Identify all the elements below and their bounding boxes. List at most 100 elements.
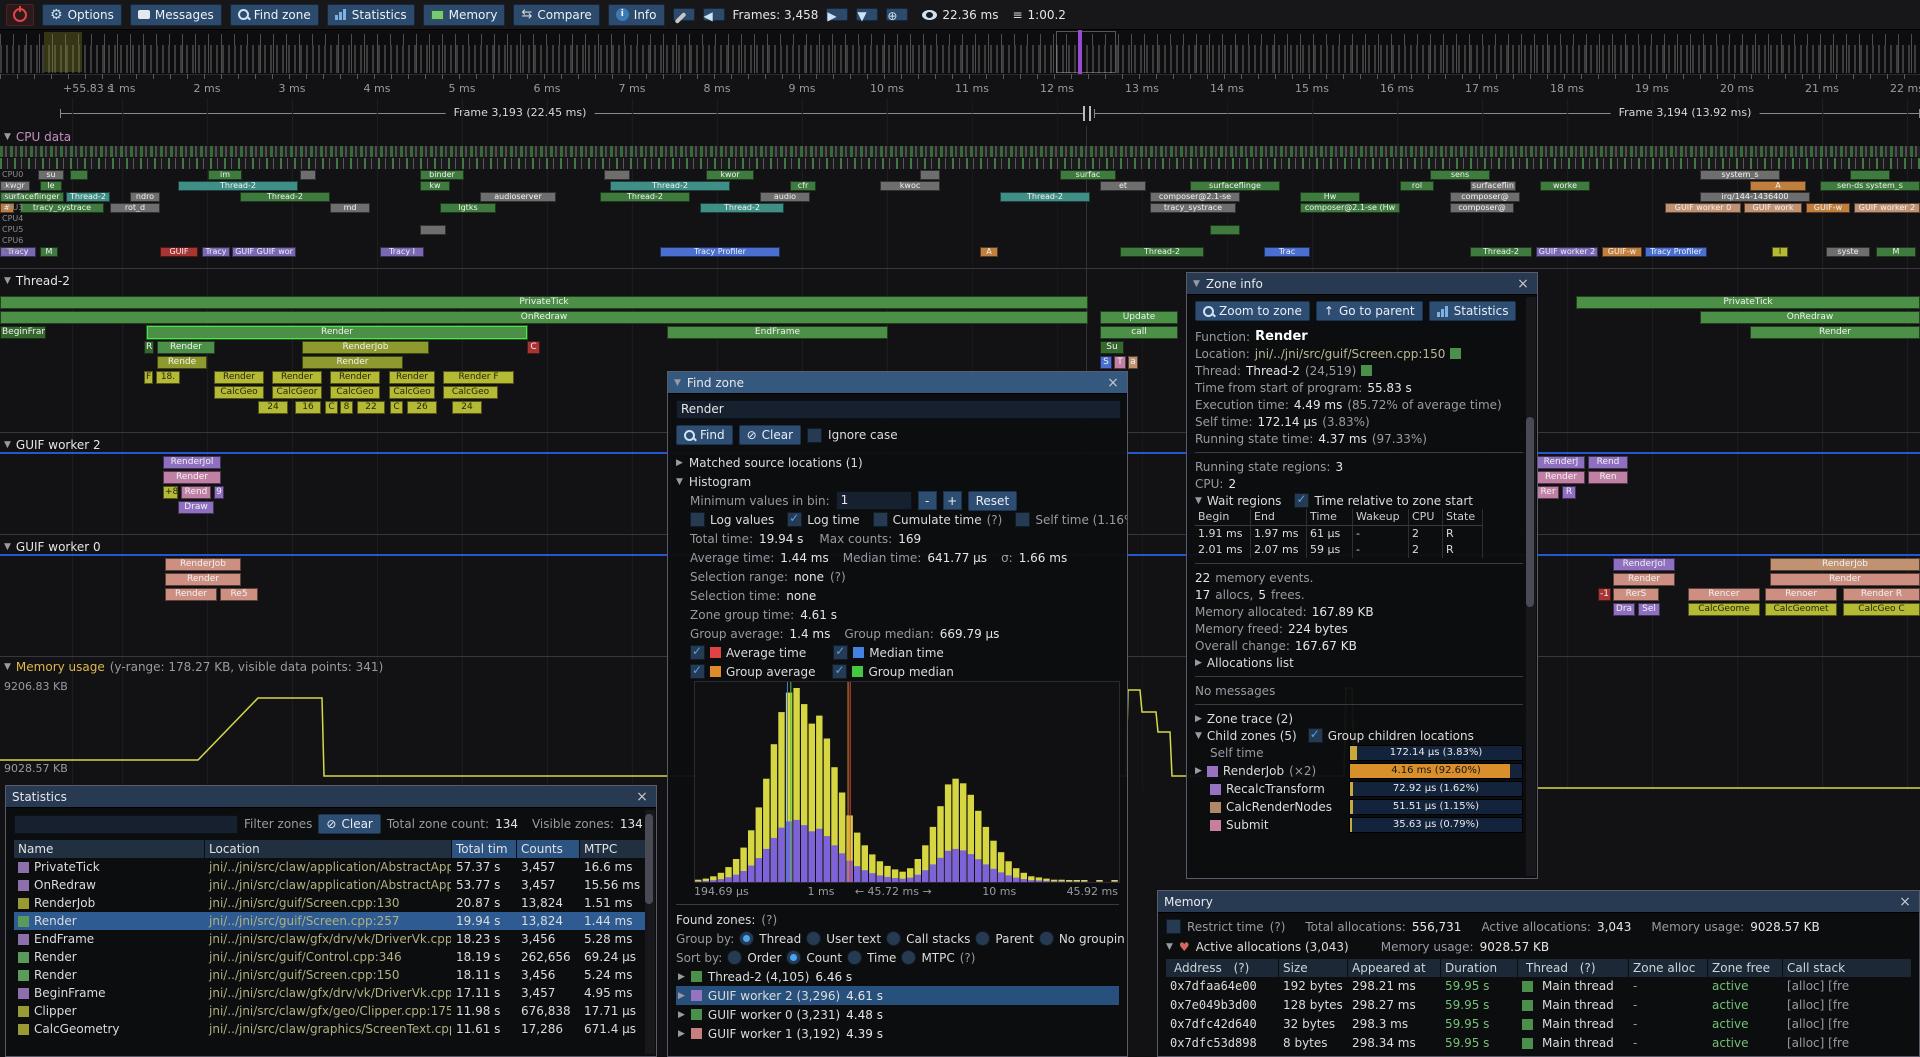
zone-bar[interactable]: worke [1540,181,1590,191]
zone-bar[interactable]: RenderJ [1537,456,1585,469]
zone-bar[interactable]: C [325,401,338,414]
zone-bar[interactable]: sens [1430,170,1490,180]
restrict-time-checkbox[interactable] [1166,919,1181,934]
self-time-checkbox[interactable] [1015,512,1030,527]
zone-bar[interactable]: OnRedraw [1700,311,1920,324]
thread2-header[interactable]: ▼ Thread-2 [4,274,70,288]
zone-bar[interactable]: tracy_systrace [20,203,104,213]
child-zones-section[interactable]: Child zones (5) [1207,729,1297,743]
zone-trace-section[interactable]: Zone trace (2) [1207,712,1293,726]
found-zone-group[interactable]: ▶Thread-2 (4,105)6.46 s [676,967,1119,986]
help-icon[interactable]: (?) [1270,920,1286,934]
zone-bar[interactable]: Render [1613,573,1675,586]
zone-bar[interactable]: 24 [452,401,482,414]
zone-bar[interactable]: Render R [1843,588,1920,601]
expand-icon[interactable]: ▶ [1195,714,1202,724]
expand-icon[interactable]: ▶ [1195,658,1202,668]
zone-bar[interactable]: CalcGeome [1688,603,1760,616]
zone-bar[interactable]: Thread-2 [66,192,110,202]
zone-bar[interactable]: RenderJob [165,558,241,571]
zone-bar[interactable]: GUIF work [1744,203,1802,213]
zone-bar[interactable]: Tracy I [380,247,424,257]
sort-mtpc-radio[interactable] [901,950,916,965]
zone-bar[interactable]: Su [1100,341,1124,354]
zone-bar[interactable]: RenderJob [302,341,429,354]
zone-bar[interactable]: Rend [1588,456,1628,469]
found-zone-group[interactable]: ▶GUIF worker 1 (3,192)4.39 s [676,1024,1119,1043]
col-zone-alloc[interactable]: Zone alloc [1629,959,1707,977]
statistics-button[interactable]: Statistics [327,4,415,26]
zone-bar[interactable]: RerS [1613,588,1659,601]
group-call-stacks-radio[interactable] [886,931,901,946]
zone-bar[interactable]: Thread-2 [240,192,330,202]
min-bin-input[interactable]: 1 [836,491,912,510]
collapse-icon[interactable]: ▼ [4,276,11,286]
child-zone-row[interactable]: Self time 172.14 μs (3.83%) [1195,744,1523,762]
zone-bar[interactable]: Render [1750,326,1920,339]
alloc-address[interactable]: 0x7dfaa64e00 [1166,977,1278,996]
zone-bar[interactable]: PrivateTick [1576,296,1920,309]
zone-bar[interactable]: Render [157,341,215,354]
statistics-titlebar[interactable]: Statistics × [6,786,656,808]
zone-bar[interactable]: Renoer [1765,588,1837,601]
group-children-checkbox[interactable] [1308,728,1323,743]
zone-bar[interactable]: Dra [1613,603,1635,616]
zone-bar[interactable]: rot_d [110,203,160,213]
show-group-average-checkbox[interactable] [690,664,705,679]
table-row[interactable]: PrivateTickjni/../jni/src/claw/applicati… [14,858,648,876]
zone-bar[interactable]: et [1100,181,1146,191]
zone-bar[interactable] [300,170,316,180]
zone-bar[interactable]: 18. [156,371,180,384]
collapse-icon[interactable]: ▼ [4,132,11,142]
zone-bar[interactable]: Ren [1588,471,1628,484]
memory-titlebar[interactable]: Memory × [1158,891,1919,913]
zone-bar[interactable] [70,170,88,180]
sort-time-radio[interactable] [847,950,862,965]
zone-bar[interactable]: cfr [790,181,816,191]
zone-bar[interactable]: sen-ds system_s [1820,181,1920,191]
log-values-checkbox[interactable] [690,512,705,527]
zone-bar[interactable] [920,170,940,180]
ignore-case-checkbox[interactable] [807,428,822,443]
zone-bar[interactable] [604,170,630,180]
zone-bar[interactable]: syste [1826,247,1870,257]
memory-button[interactable]: Memory [423,4,506,26]
table-row[interactable]: Renderjni/../jni/src/guif/Control.cpp:34… [14,948,648,966]
time-ruler[interactable]: +55.83 s1 ms2 ms3 ms4 ms5 ms6 ms7 ms8 ms… [0,74,1920,98]
child-zone-row[interactable]: RecalcTransform 72.92 μs (1.62%) [1195,780,1523,798]
table-row-selected[interactable]: Renderjni/../jni/src/guif/Screen.cpp:257… [14,912,648,930]
col-counts[interactable]: Counts [517,840,579,858]
zone-bar[interactable]: EndFrame [667,326,888,339]
group-parent-radio[interactable] [975,931,990,946]
tools-button[interactable] [673,8,695,21]
alloc-address[interactable]: 0x7e049b3d00 [1166,996,1278,1015]
zone-bar[interactable]: GUIF worker 2 [1536,247,1598,257]
zone-bar[interactable]: GUIF worker 0 [1665,203,1741,213]
zone-bar[interactable]: Rencer [1688,588,1760,601]
info-button[interactable]: iInfo [608,4,665,26]
group-none-radio[interactable] [1039,931,1054,946]
go-to-parent-button[interactable]: ↑Go to parent [1316,301,1423,321]
table-row[interactable]: Clipperjni/../jni/src/claw/gfx/geo/Clipp… [14,1002,648,1020]
col-thread[interactable]: Thread (?) [1518,959,1628,977]
zone-bar[interactable]: composer@2.1-se [1150,192,1240,202]
collapse-icon[interactable]: ▼ [1193,279,1200,289]
prev-frame-button[interactable]: ◀ [703,8,725,21]
col-appeared-at[interactable]: Appeared at [1348,959,1440,977]
zone-bar[interactable]: 8 [340,401,353,414]
col-location[interactable]: Location [205,840,451,858]
scrollbar-track[interactable] [645,810,655,1054]
zone-bar[interactable]: GUIF [160,247,198,257]
zone-bar[interactable]: Render [147,326,527,339]
zone-bar[interactable]: Thread-2 [1120,247,1204,257]
zone-bar[interactable]: audioserver [480,192,556,202]
zone-bar[interactable]: PrivateTick [0,296,1088,309]
filter-zones-input[interactable] [14,815,238,834]
allocation-row[interactable]: 0x7dfc42d64032 bytes298.3 ms59.95 sMain … [1166,1015,1911,1034]
wait-region-row[interactable]: 2.01 ms2.07 ms59 μs-2R [1195,542,1523,558]
clear-filter-button[interactable]: ⊘Clear [318,814,380,834]
time-relative-checkbox[interactable] [1294,493,1309,508]
expand-icon[interactable]: ▶ [678,1029,685,1039]
zone-info-titlebar[interactable]: ▼ Zone info × [1187,273,1537,295]
show-median-checkbox[interactable] [833,645,848,660]
